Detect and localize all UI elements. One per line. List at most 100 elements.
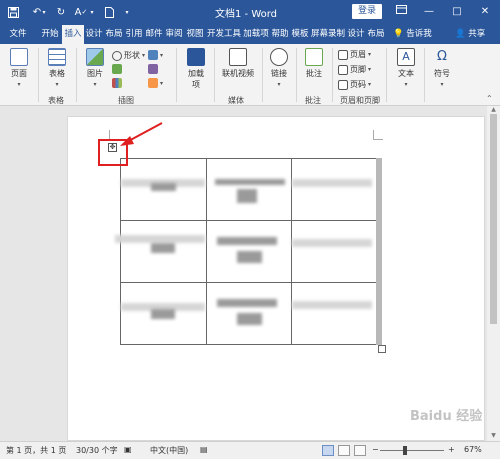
screenshot-icon [148, 78, 158, 88]
zoom-in-button[interactable]: + [448, 445, 455, 454]
comment-button[interactable]: 批注 [302, 48, 326, 79]
text-box-icon: A [397, 48, 415, 66]
zoom-slider-thumb[interactable] [403, 446, 407, 455]
video-icon [229, 48, 247, 66]
picture-button[interactable]: 图片 ▾ [82, 48, 108, 88]
format-dropdown-icon[interactable]: ▾ [88, 4, 96, 20]
save-icon[interactable] [6, 4, 20, 20]
customize-toolbar-icon[interactable]: ▾ [122, 4, 132, 20]
3d-models-button[interactable] [148, 64, 158, 74]
zoom-slider[interactable] [380, 450, 444, 451]
footer-button[interactable]: 页脚 ▾ [338, 64, 371, 75]
group-label-header-footer: 页眉和页脚 [340, 96, 380, 105]
tab-references[interactable]: 引用 [124, 24, 144, 44]
page-number-button[interactable]: 页码 ▾ [338, 79, 371, 90]
ribbon-tabs: 文件 开始 插入 设计 布局 引用 邮件 审阅 视图 开发工具 加载项 帮助 模… [0, 24, 500, 44]
word-count[interactable]: 30/30 个字 [76, 445, 118, 456]
tab-table-design[interactable]: 设计 [346, 24, 366, 44]
tab-templates[interactable]: 模板 [290, 24, 310, 44]
3d-model-icon [148, 64, 158, 74]
redo-icon[interactable]: ↻ [54, 4, 68, 20]
link-button[interactable]: 链接 ▾ [267, 48, 291, 88]
smartart-icon [112, 64, 122, 74]
group-label-media: 媒体 [228, 96, 244, 105]
vertical-scrollbar[interactable]: ▲ ▼ [487, 106, 500, 441]
minimize-button[interactable]: — [420, 3, 438, 21]
screenshot-button[interactable]: ▾ [148, 78, 163, 88]
collapse-ribbon-icon[interactable]: ⌃ [486, 94, 493, 103]
tab-developer[interactable]: 开发工具 [206, 24, 242, 44]
close-button[interactable]: ✕ [476, 3, 494, 21]
format-painter-icon[interactable]: A ✓ [74, 4, 88, 20]
header-icon [338, 49, 348, 60]
lightbulb-icon: 💡 [393, 29, 404, 39]
login-button[interactable]: 登录 [352, 4, 382, 19]
text-button[interactable]: A 文本 ▾ [392, 48, 420, 88]
pages-button[interactable]: 页面 ▾ [6, 48, 32, 88]
picture-icon [86, 48, 104, 66]
document-area: ✥ ▲ ▼ [0, 106, 500, 441]
link-icon [270, 48, 288, 66]
tab-design[interactable]: 设计 [84, 24, 104, 44]
print-layout-button[interactable] [338, 445, 350, 456]
group-separator [332, 48, 333, 102]
tab-layout[interactable]: 布局 [104, 24, 124, 44]
group-separator [38, 48, 39, 102]
addins-icon [187, 48, 205, 66]
macro-icon[interactable]: ▤ [200, 445, 208, 454]
tab-view[interactable]: 视图 [184, 24, 206, 44]
scroll-up-icon[interactable]: ▲ [489, 106, 498, 114]
tab-home[interactable]: 开始 [38, 24, 62, 44]
tab-help[interactable]: 帮助 [270, 24, 290, 44]
page-count[interactable]: 第 1 页，共 1 页 [6, 445, 66, 456]
group-label-table: 表格 [48, 96, 64, 105]
shapes-button[interactable]: 形状 ▾ [112, 50, 145, 61]
tab-insert[interactable]: 插入 [62, 25, 84, 44]
shapes-icon [112, 50, 122, 61]
chart-button[interactable] [112, 78, 122, 88]
person-icon: 👤 [455, 29, 466, 39]
scroll-down-icon[interactable]: ▼ [489, 432, 498, 440]
group-separator [424, 48, 425, 102]
tab-mailings[interactable]: 邮件 [144, 24, 164, 44]
table-button[interactable]: 表格 ▾ [44, 48, 70, 88]
group-separator [262, 48, 263, 102]
new-document-icon[interactable] [102, 4, 116, 20]
comment-icon [305, 48, 323, 66]
maximize-button[interactable]: □ [448, 3, 466, 21]
scrollbar-thumb[interactable] [490, 114, 497, 324]
group-separator [214, 48, 215, 102]
addins-button[interactable]: 加载项 [182, 48, 210, 90]
online-video-button[interactable]: 联机视频 [219, 48, 257, 79]
web-layout-button[interactable] [354, 445, 366, 456]
ribbon-display-icon[interactable] [392, 3, 410, 21]
language[interactable]: 中文(中国) [150, 445, 188, 456]
zoom-out-button[interactable]: − [372, 445, 379, 454]
tab-screen-record[interactable]: 屏幕录制 [310, 24, 346, 44]
group-separator [296, 48, 297, 102]
page-icon [10, 48, 28, 66]
smartart-button[interactable] [112, 64, 122, 74]
symbol-button[interactable]: Ω 符号 ▾ [428, 48, 456, 88]
undo-dropdown-icon[interactable]: ▾ [40, 4, 48, 20]
tab-addins[interactable]: 加载项 [242, 24, 270, 44]
read-mode-button[interactable] [322, 445, 334, 456]
zoom-level[interactable]: 67% [464, 445, 482, 454]
icons-button[interactable]: ▾ [148, 50, 163, 60]
title-bar: ↶ ▾ ↻ A ✓ ▾ ▾ 文档1 - Word 登录 — □ ✕ [0, 0, 500, 24]
group-label-illustrations: 插图 [118, 96, 134, 105]
group-label-comments: 批注 [305, 96, 321, 105]
tell-me-search[interactable]: 💡 告诉我 [393, 24, 432, 44]
proofing-icon[interactable]: ▣ [124, 445, 132, 454]
tab-review[interactable]: 审阅 [164, 24, 184, 44]
tab-table-layout[interactable]: 布局 [366, 24, 386, 44]
share-button[interactable]: 👤 共享 [455, 24, 485, 44]
status-bar: 第 1 页，共 1 页 30/30 个字 ▣ 中文(中国) ▤ − + 67% [0, 441, 500, 459]
table-icon [48, 48, 66, 66]
ribbon: 页面 ▾ 表格 ▾ 表格 图片 ▾ 形状 ▾ ▾ ▾ 插图 加载项 联机视频 媒体 [0, 44, 500, 106]
tab-file[interactable]: 文件 [4, 24, 32, 44]
chart-icon [112, 78, 122, 88]
watermark: Baidu 经验 [410, 409, 483, 424]
group-separator [76, 48, 77, 102]
header-button[interactable]: 页眉 ▾ [338, 49, 371, 60]
